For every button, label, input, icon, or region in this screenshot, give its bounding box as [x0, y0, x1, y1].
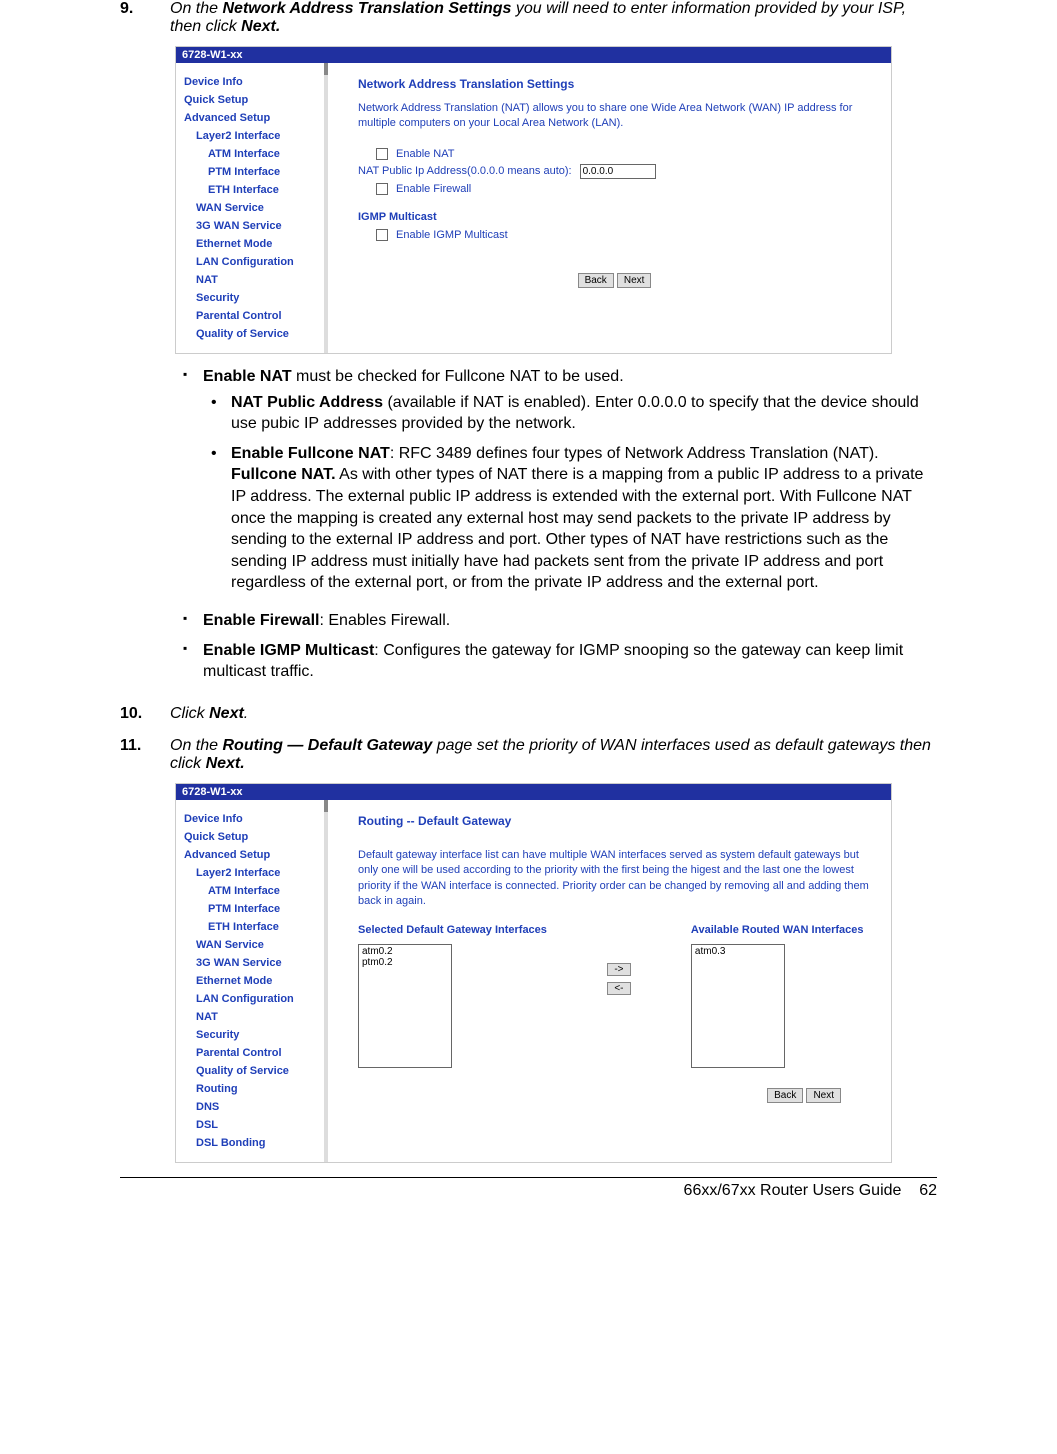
- step-11: 11. On the Routing — Default Gateway pag…: [120, 737, 937, 773]
- window-title: 6728-W1-xx: [176, 47, 891, 63]
- bullet-enable-igmp: Enable IGMP Multicast: Configures the ga…: [175, 640, 937, 691]
- bullet-enable-nat: Enable NAT must be checked for Fullcone …: [175, 366, 937, 610]
- nav-ethernet-mode[interactable]: Ethernet Mode: [184, 972, 324, 990]
- selected-gateway-listbox[interactable]: atm0.2 ptm0.2: [358, 944, 452, 1068]
- step-10-number: 10.: [120, 705, 170, 723]
- selected-gateway-col: Selected Default Gateway Interfaces atm0…: [358, 923, 547, 1067]
- panel-description: Network Address Translation (NAT) allows…: [358, 101, 871, 132]
- nav-layer2-interface[interactable]: Layer2 Interface: [184, 127, 324, 145]
- sidebar-nav: Device Info Quick Setup Advanced Setup L…: [176, 63, 328, 353]
- nav-dns[interactable]: DNS: [184, 1098, 324, 1116]
- available-wan-listbox[interactable]: atm0.3: [691, 944, 785, 1068]
- nat-ip-row: NAT Public Ip Address(0.0.0.0 means auto…: [358, 162, 871, 181]
- nav-security[interactable]: Security: [184, 289, 324, 307]
- nav-eth-interface[interactable]: ETH Interface: [184, 918, 324, 936]
- button-row: Back Next: [358, 1088, 871, 1103]
- main-panel: Routing -- Default Gateway Default gatew…: [328, 800, 891, 1162]
- sidebar-nav: Device Info Quick Setup Advanced Setup L…: [176, 800, 328, 1162]
- nav-dsl-bonding[interactable]: DSL Bonding: [184, 1134, 324, 1152]
- nat-ip-label: NAT Public Ip Address(0.0.0.0 means auto…: [358, 165, 572, 177]
- next-button[interactable]: Next: [617, 273, 652, 288]
- enable-igmp-label: Enable IGMP Multicast: [396, 229, 508, 241]
- nav-layer2-interface[interactable]: Layer2 Interface: [184, 864, 324, 882]
- main-panel: Network Address Translation Settings Net…: [328, 63, 891, 353]
- nav-routing[interactable]: Routing: [184, 1080, 324, 1098]
- window-title: 6728-W1-xx: [176, 784, 891, 800]
- step-9: 9. On the Network Address Translation Se…: [120, 0, 937, 36]
- step-11-text: On the Routing — Default Gateway page se…: [170, 737, 937, 773]
- nav-ptm-interface[interactable]: PTM Interface: [184, 900, 324, 918]
- nav-3g-wan-service[interactable]: 3G WAN Service: [184, 217, 324, 235]
- list-item[interactable]: ptm0.2: [360, 957, 450, 968]
- step-10: 10. Click Next.: [120, 705, 937, 723]
- bullet-enable-fullcone-nat: Enable Fullcone NAT: RFC 3489 defines fo…: [203, 443, 937, 602]
- button-row: Back Next: [358, 273, 871, 288]
- nav-quick-setup[interactable]: Quick Setup: [184, 828, 324, 846]
- enable-firewall-row: Enable Firewall: [358, 181, 871, 197]
- enable-firewall-label: Enable Firewall: [396, 183, 471, 195]
- selected-gateway-label: Selected Default Gateway Interfaces: [358, 923, 547, 937]
- step-10-text: Click Next.: [170, 705, 937, 723]
- nav-device-info[interactable]: Device Info: [184, 810, 324, 828]
- nav-parental-control[interactable]: Parental Control: [184, 1044, 324, 1062]
- step-11-number: 11.: [120, 737, 170, 773]
- panel-heading: Routing -- Default Gateway: [358, 814, 871, 828]
- igmp-heading: IGMP Multicast: [358, 211, 871, 223]
- scrollbar-thumb[interactable]: [324, 800, 328, 812]
- list-item[interactable]: atm0.2: [360, 946, 450, 957]
- nav-lan-config[interactable]: LAN Configuration: [184, 990, 324, 1008]
- nav-ethernet-mode[interactable]: Ethernet Mode: [184, 235, 324, 253]
- nav-lan-config[interactable]: LAN Configuration: [184, 253, 324, 271]
- enable-nat-row: Enable NAT: [358, 146, 871, 162]
- enable-nat-checkbox[interactable]: [376, 148, 388, 160]
- move-arrows: -> <-: [607, 923, 631, 995]
- gateway-columns: Selected Default Gateway Interfaces atm0…: [358, 923, 871, 1067]
- nav-wan-service[interactable]: WAN Service: [184, 199, 324, 217]
- page-footer: 66xx/67xx Router Users Guide 62: [120, 1177, 937, 1200]
- footer-page-number: 62: [919, 1182, 937, 1199]
- bullet-nat-public-address: NAT Public Address (available if NAT is …: [203, 392, 937, 443]
- nav-advanced-setup[interactable]: Advanced Setup: [184, 109, 324, 127]
- screenshot-nat-settings: 6728-W1-xx Device Info Quick Setup Advan…: [175, 46, 892, 354]
- back-button[interactable]: Back: [578, 273, 614, 288]
- nav-nat[interactable]: NAT: [184, 271, 324, 289]
- nav-device-info[interactable]: Device Info: [184, 73, 324, 91]
- nav-3g-wan-service[interactable]: 3G WAN Service: [184, 954, 324, 972]
- nav-nat[interactable]: NAT: [184, 1008, 324, 1026]
- step-9-number: 9.: [120, 0, 170, 36]
- enable-nat-label: Enable NAT: [396, 148, 455, 160]
- nav-parental-control[interactable]: Parental Control: [184, 307, 324, 325]
- nav-security[interactable]: Security: [184, 1026, 324, 1044]
- move-right-button[interactable]: ->: [607, 963, 631, 976]
- nav-qos[interactable]: Quality of Service: [184, 325, 324, 343]
- available-wan-label: Available Routed WAN Interfaces: [691, 923, 864, 937]
- nav-dsl[interactable]: DSL: [184, 1116, 324, 1134]
- nav-quick-setup[interactable]: Quick Setup: [184, 91, 324, 109]
- next-button[interactable]: Next: [806, 1088, 841, 1103]
- footer-title: 66xx/67xx Router Users Guide: [684, 1182, 902, 1199]
- nav-atm-interface[interactable]: ATM Interface: [184, 882, 324, 900]
- nav-advanced-setup[interactable]: Advanced Setup: [184, 846, 324, 864]
- step-9-text: On the Network Address Translation Setti…: [170, 0, 937, 36]
- screenshot-routing-gateway: 6728-W1-xx Device Info Quick Setup Advan…: [175, 783, 892, 1163]
- nav-atm-interface[interactable]: ATM Interface: [184, 145, 324, 163]
- move-left-button[interactable]: <-: [607, 982, 631, 995]
- enable-igmp-checkbox[interactable]: [376, 229, 388, 241]
- panel-heading: Network Address Translation Settings: [358, 77, 871, 91]
- back-button[interactable]: Back: [767, 1088, 803, 1103]
- description-list: Enable NAT must be checked for Fullcone …: [175, 366, 937, 691]
- nav-qos[interactable]: Quality of Service: [184, 1062, 324, 1080]
- nav-ptm-interface[interactable]: PTM Interface: [184, 163, 324, 181]
- nat-ip-input[interactable]: [580, 164, 656, 179]
- nav-eth-interface[interactable]: ETH Interface: [184, 181, 324, 199]
- available-wan-col: Available Routed WAN Interfaces atm0.3: [691, 923, 864, 1067]
- bullet-enable-firewall: Enable Firewall: Enables Firewall.: [175, 610, 937, 640]
- panel-description: Default gateway interface list can have …: [358, 848, 871, 910]
- enable-firewall-checkbox[interactable]: [376, 183, 388, 195]
- enable-igmp-row: Enable IGMP Multicast: [358, 227, 871, 243]
- scrollbar-thumb[interactable]: [324, 63, 328, 75]
- nav-wan-service[interactable]: WAN Service: [184, 936, 324, 954]
- list-item[interactable]: atm0.3: [693, 946, 783, 957]
